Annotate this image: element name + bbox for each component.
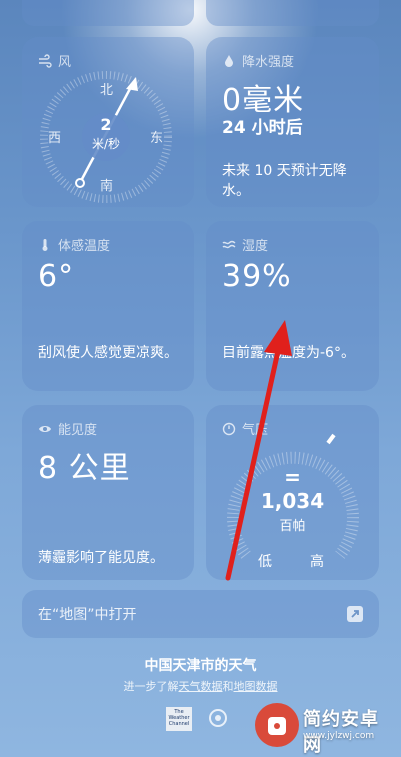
external-link-icon <box>347 606 363 622</box>
visibility-note: 薄霾影响了能见度。 <box>38 550 164 566</box>
open-in-maps-label: 在“地图”中打开 <box>38 607 137 623</box>
footer-sub-prefix: 进一步了解 <box>123 680 179 693</box>
compass-north: 北 <box>100 83 114 98</box>
compass-south: 南 <box>100 179 114 194</box>
precipitation-period: 24 小时后 <box>222 118 303 138</box>
map-data-logo-icon[interactable] <box>208 708 228 728</box>
precipitation-note: 未来 10 天预计无降水。 <box>222 163 347 199</box>
pressure-low: 低 <box>258 554 272 570</box>
footer-subtitle: 进一步了解天气数据和地图数据 <box>0 678 401 694</box>
eye-icon <box>39 425 51 432</box>
visibility-card[interactable]: 能见度 8 公里 薄霾影响了能见度。 <box>22 405 194 580</box>
feels-like-value: 6° <box>38 259 75 294</box>
open-in-maps-button[interactable]: 在“地图”中打开 <box>22 590 379 638</box>
top-card-partial-right <box>206 0 379 26</box>
precipitation-header: 降水强度 <box>222 51 294 70</box>
wind-icon <box>39 53 52 68</box>
raindrop-icon <box>225 54 233 67</box>
wind-compass: 北 南 东 西 2 米/秒 <box>26 67 186 207</box>
thermometer-icon <box>42 238 48 251</box>
pressure-trend: = <box>284 465 301 489</box>
visibility-title: 能见度 <box>58 423 98 438</box>
humidity-card[interactable]: 湿度 39% 目前露点温度为-6°。 <box>206 221 379 391</box>
humidity-note: 目前露点温度为-6°。 <box>222 345 355 361</box>
wind-unit: 米/秒 <box>91 137 121 151</box>
weather-channel-logo[interactable]: The Weather Channel <box>166 707 192 731</box>
humidity-title: 湿度 <box>242 239 269 254</box>
watermark-url: www.jylzwj.com <box>303 731 375 741</box>
feels-like-title: 体感温度 <box>58 239 111 254</box>
wind-card[interactable]: 风 北 南 东 西 2 米/秒 <box>22 37 194 207</box>
precipitation-title: 降水强度 <box>242 55 295 70</box>
visibility-header: 能见度 <box>38 419 97 438</box>
pressure-card[interactable]: 气压 = 1,034 百帕 低 高 <box>206 405 379 580</box>
pressure-value: 1,034 <box>260 489 325 513</box>
footer-title: 中国天津市的天气 <box>144 658 257 674</box>
wind-speed: 2 <box>100 115 112 134</box>
pressure-unit: 百帕 <box>279 519 306 534</box>
top-card-partial-left <box>22 0 194 26</box>
footer-sub-mid: 和 <box>222 680 234 693</box>
feels-like-header: 体感温度 <box>38 235 110 254</box>
precipitation-card[interactable]: 降水强度 0毫米 24 小时后 未来 10 天预计无降水。 <box>206 37 379 207</box>
humidity-icon <box>222 240 236 248</box>
humidity-value: 39% <box>222 259 292 294</box>
watermark-logo-icon <box>255 703 299 747</box>
feels-like-note: 刮风使人感觉更凉爽。 <box>38 345 178 361</box>
pressure-high: 高 <box>310 554 324 570</box>
feels-like-card[interactable]: 体感温度 6° 刮风使人感觉更凉爽。 <box>22 221 194 391</box>
humidity-header: 湿度 <box>222 235 268 254</box>
weather-data-link[interactable]: 天气数据 <box>179 680 223 693</box>
site-watermark: 简约安卓网 www.jylzwj.com <box>255 701 395 756</box>
visibility-value: 8 公里 <box>38 451 131 486</box>
map-data-link[interactable]: 地图数据 <box>234 680 278 693</box>
